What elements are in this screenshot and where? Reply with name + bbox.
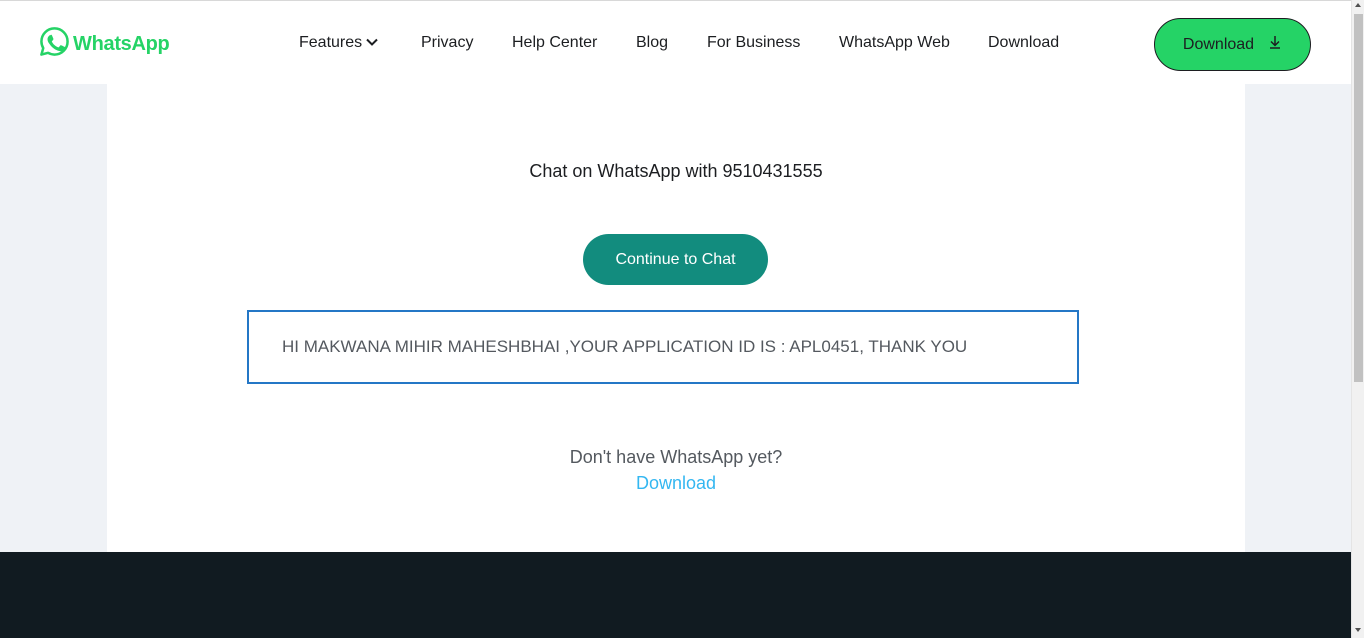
header-download-button[interactable]: Download bbox=[1154, 18, 1311, 71]
chevron-down-icon bbox=[365, 34, 379, 52]
whatsapp-logo[interactable]: WhatsApp bbox=[39, 26, 170, 62]
download-link-text[interactable]: Download bbox=[636, 473, 716, 493]
nav-help-center[interactable]: Help Center bbox=[512, 34, 597, 52]
download-link: Download bbox=[107, 473, 1245, 494]
whatsapp-logo-icon bbox=[39, 26, 70, 62]
download-icon bbox=[1268, 35, 1282, 54]
logo-text: WhatsApp bbox=[73, 32, 170, 55]
scroll-up-icon[interactable] bbox=[1355, 3, 1361, 7]
scroll-thumb[interactable] bbox=[1354, 14, 1363, 382]
site-footer bbox=[0, 552, 1351, 638]
message-preview: HI MAKWANA MIHIR MAHESHBHAI ,YOUR APPLIC… bbox=[247, 310, 1079, 384]
continue-to-chat-button[interactable]: Continue to Chat bbox=[583, 234, 768, 285]
chat-panel: Chat on WhatsApp with 9510431555 Continu… bbox=[107, 84, 1245, 552]
nav-for-business[interactable]: For Business bbox=[707, 34, 800, 52]
nav-download[interactable]: Download bbox=[988, 34, 1059, 52]
nav-whatsapp-web[interactable]: WhatsApp Web bbox=[839, 34, 950, 52]
site-header: WhatsApp Features Privacy Help Center Bl… bbox=[0, 4, 1351, 84]
nav-features-label: Features bbox=[299, 34, 363, 51]
chat-title: Chat on WhatsApp with 9510431555 bbox=[529, 161, 823, 181]
nav-features[interactable]: Features bbox=[299, 34, 379, 52]
no-whatsapp-text: Don't have WhatsApp yet? bbox=[569, 447, 783, 467]
scrollbar[interactable] bbox=[1351, 0, 1364, 638]
nav-blog[interactable]: Blog bbox=[636, 34, 668, 52]
nav-privacy[interactable]: Privacy bbox=[421, 34, 473, 52]
header-download-label: Download bbox=[1182, 35, 1255, 53]
scroll-down-icon[interactable] bbox=[1355, 628, 1361, 632]
